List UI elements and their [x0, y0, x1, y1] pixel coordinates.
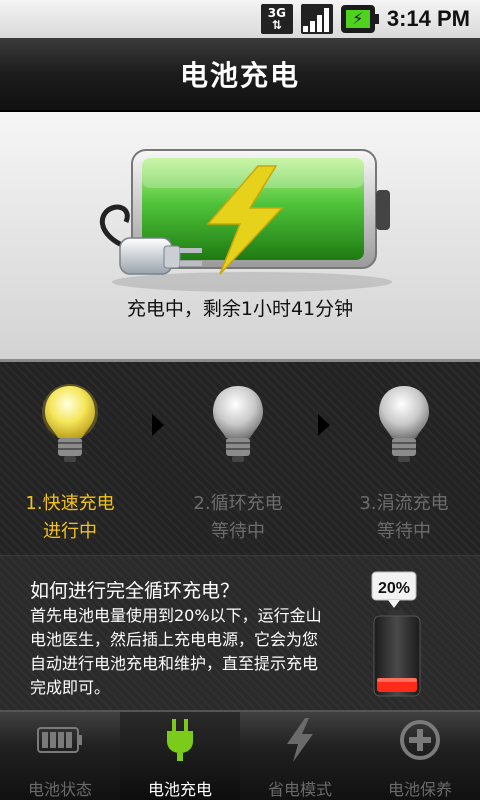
tab-power-saving[interactable]: 省电模式 — [240, 712, 360, 800]
tab-label: 电池状态 — [27, 780, 92, 799]
stage-label: 1.快速充电 — [25, 493, 115, 514]
lightbulb-off-icon — [379, 386, 429, 462]
low-battery-icon: 20% — [371, 571, 421, 697]
tips-body: 首先电池电量使用到20%以下，运行金山电池医生，然后插上充电电源，它会为您自动进… — [30, 606, 322, 697]
lightbulb-on-icon — [42, 384, 98, 462]
stage-trickle-charge: 3.涓流充电 等待中 — [334, 382, 474, 546]
charging-stages: 1.快速充电 进行中 2.循环充电 等待中 3.涓流充电 等待中 — [0, 362, 480, 556]
stage-status: 等待中 — [377, 521, 431, 542]
title-bar: 电池充电 — [0, 38, 480, 112]
battery-charging-panel: 充电中，剩余1小时41分钟 — [0, 112, 480, 362]
plug-icon — [155, 718, 205, 762]
network-3g-icon: 3G ⇅ — [260, 4, 293, 34]
stage-label: 3.涓流充电 — [359, 493, 449, 514]
battery-percent-badge: 20% — [378, 580, 410, 597]
status-bar: 3G ⇅ ⚡ 3:14 PM — [0, 0, 480, 38]
stage-status: 等待中 — [211, 521, 265, 542]
tips-title: 如何进行完全循环充电？ — [30, 580, 240, 602]
stage-label: 2.循环充电 — [193, 493, 283, 514]
tab-label: 省电模式 — [267, 780, 332, 799]
data-arrows-icon: ⇅ — [271, 18, 282, 32]
lightning-icon — [275, 718, 325, 762]
battery-charging-icon: ⚡ — [340, 5, 379, 33]
lightbulb-off-icon — [213, 386, 263, 462]
arrow-right-icon — [318, 414, 330, 436]
tab-label: 电池充电 — [147, 780, 212, 799]
tab-battery-charging[interactable]: 电池充电 — [120, 712, 240, 800]
signal-strength-icon — [300, 4, 333, 34]
stage-status: 进行中 — [43, 521, 97, 542]
stage-fast-charge: 1.快速充电 进行中 — [0, 382, 140, 546]
page-title: 电池充电 — [179, 59, 300, 92]
tab-label: 电池保养 — [387, 780, 452, 799]
charging-status-text: 充电中，剩余1小时41分钟 — [126, 298, 354, 320]
clock: 3:14 PM — [386, 6, 470, 31]
battery-status-icon — [35, 718, 85, 762]
battery-charging-illustration — [99, 149, 392, 292]
stage-cycle-charge: 2.循环充电 等待中 — [168, 382, 308, 546]
tab-battery-care[interactable]: 电池保养 — [360, 712, 480, 800]
bottom-tab-bar: 电池状态 电池充电 省电模式 电池保养 — [0, 710, 480, 800]
plus-circle-icon — [395, 718, 445, 762]
arrow-right-icon — [152, 414, 164, 436]
full-cycle-tips: 如何进行完全循环充电？ 首先电池电量使用到20%以下，运行金山电池医生，然后插上… — [0, 556, 480, 710]
tab-battery-status[interactable]: 电池状态 — [0, 712, 120, 800]
